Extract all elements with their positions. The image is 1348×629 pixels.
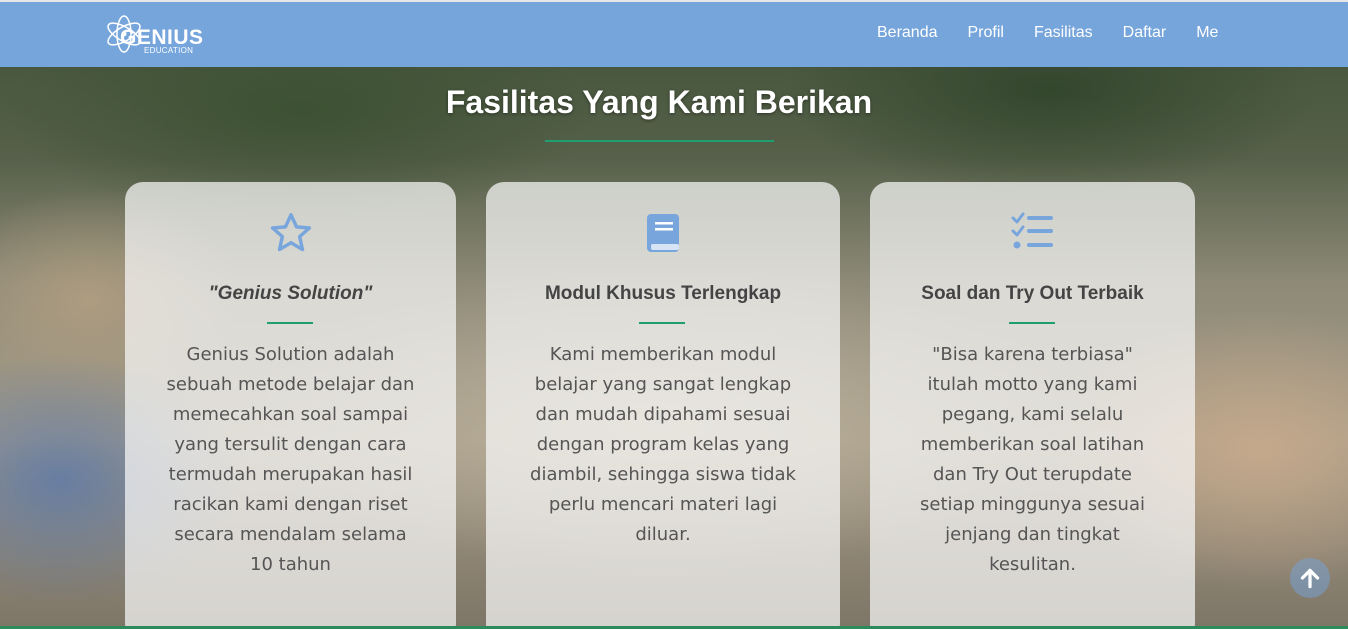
feature-card-genius-solution: "Genius Solution" Genius Solution adalah… <box>125 182 456 629</box>
nav-me[interactable]: Me <box>1196 24 1218 42</box>
card-divider <box>267 322 313 324</box>
brand-subtitle: EDUCATION <box>144 46 194 55</box>
card-text-line: setiap minggunya sesuai <box>920 494 1145 515</box>
nav-daftar[interactable]: Daftar <box>1123 24 1167 42</box>
card-text-line: pegang, kami selalu <box>941 404 1124 425</box>
checklist-icon <box>870 210 1195 256</box>
card-text-line: diambil, sehingga siswa tidak <box>530 464 796 485</box>
card-text-line: memecahkan soal sampai <box>172 404 409 425</box>
card-text-line: 10 tahun <box>250 554 331 575</box>
feature-card-try-out: Soal dan Try Out Terbaik "Bisa karena te… <box>870 182 1195 629</box>
card-divider <box>639 322 685 324</box>
card-divider <box>1009 322 1055 324</box>
card-text-line: sebuah metode belajar dan <box>166 374 415 395</box>
nav-beranda[interactable]: Beranda <box>877 24 938 42</box>
card-text-line: memberikan soal latihan <box>920 434 1145 455</box>
card-text-line: jenjang dan tingkat <box>945 524 1120 545</box>
card-text-line: kesulitan. <box>989 554 1076 575</box>
card-description: Kami memberikan modul belajar yang sanga… <box>486 340 840 550</box>
card-title: Modul Khusus Terlengkap <box>544 283 782 304</box>
card-description: "Bisa karena terbiasa" itulah motto yang… <box>870 340 1195 580</box>
arrow-up-icon <box>1300 568 1320 589</box>
back-to-top-button[interactable] <box>1290 558 1330 598</box>
brand-logo[interactable]: GENIUS EDUCATION <box>104 8 204 58</box>
nav-fasilitas[interactable]: Fasilitas <box>1034 24 1093 42</box>
nav-profil[interactable]: Profil <box>968 24 1004 42</box>
card-text-line: diluar. <box>635 524 691 545</box>
card-text-line: "Bisa karena terbiasa" <box>932 344 1133 365</box>
card-text-line: dan Try Out terupdate <box>932 464 1133 485</box>
nav-menu: Beranda Profil Fasilitas Daftar Me <box>862 24 1233 42</box>
section-title-underline <box>545 140 774 142</box>
card-text-line: dengan program kelas yang <box>536 434 790 455</box>
card-description: Genius Solution adalah sebuah metode bel… <box>125 340 456 580</box>
card-text-line: Genius Solution adalah <box>186 344 395 365</box>
star-icon <box>125 210 456 256</box>
card-text-line: racikan kami dengan riset <box>173 494 408 515</box>
card-text-line: termudah merupakan hasil <box>168 464 413 485</box>
card-text-line: belajar yang sangat lengkap <box>534 374 792 395</box>
card-text-line: yang tersulit dengan cara <box>174 434 407 455</box>
card-text-line: Kami memberikan modul <box>549 344 777 365</box>
card-text-line: perlu mencari materi lagi <box>548 494 778 515</box>
card-text-line: dan mudah dipahami sesuai <box>535 404 791 425</box>
card-title: Soal dan Try Out Terbaik <box>921 283 1144 304</box>
navbar: GENIUS EDUCATION Beranda Profil Fasilita… <box>0 0 1348 67</box>
section-title: Fasilitas Yang Kami Berikan <box>445 84 873 120</box>
card-text-line: secara mendalam selama <box>174 524 407 545</box>
book-icon <box>486 210 840 256</box>
feature-card-modul: Modul Khusus Terlengkap Kami memberikan … <box>486 182 840 629</box>
card-title: "Genius Solution" <box>208 283 373 304</box>
card-text-line: itulah motto yang kami <box>927 374 1138 395</box>
